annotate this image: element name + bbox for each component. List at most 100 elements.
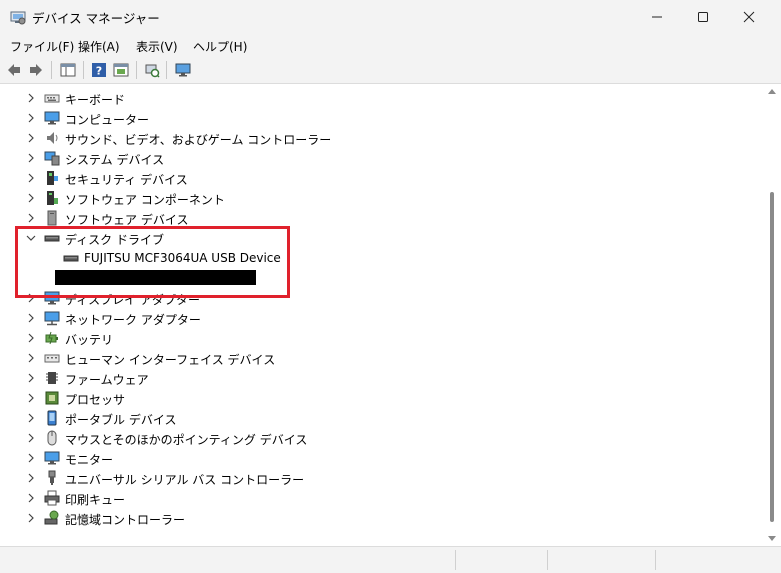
chevron-right-icon[interactable] (26, 113, 36, 123)
tree-item-software-components[interactable]: ソフトウェア コンポーネント (0, 188, 764, 208)
software-device-icon (47, 210, 57, 226)
chevron-right-icon[interactable] (26, 133, 36, 143)
monitor-icon (175, 63, 191, 77)
tree-item-label: 記憶域コントローラー (65, 513, 186, 527)
chevron-right-icon[interactable] (26, 373, 36, 383)
computer-icon (44, 111, 60, 125)
help-button[interactable]: ? (89, 60, 109, 80)
tree-item-label: ポータブル デバイス (65, 413, 177, 427)
chevron-right-icon[interactable] (26, 433, 36, 443)
network-adapter-icon (44, 311, 60, 326)
chevron-right-icon[interactable] (26, 173, 36, 183)
tree-item-system-devices[interactable]: システム デバイス (0, 148, 764, 168)
chevron-right-icon[interactable] (26, 473, 36, 483)
tree-item-security-devices[interactable]: セキュリティ デバイス (0, 168, 764, 188)
minimize-button[interactable] (634, 0, 680, 33)
tree-item-processors[interactable]: プロセッサ (0, 388, 764, 408)
tree-item-print-queues[interactable]: 印刷キュー (0, 488, 764, 508)
toolbar-separator (166, 61, 167, 79)
menu-help[interactable]: ヘルプ(H) (193, 38, 247, 55)
back-icon (8, 64, 20, 76)
tree-item-label: ネットワーク アダプター (65, 313, 201, 327)
chevron-right-icon[interactable] (26, 353, 36, 363)
chevron-right-icon[interactable] (26, 393, 36, 403)
back-button[interactable] (4, 60, 24, 80)
status-divider (547, 550, 548, 570)
tree-item-label: ファームウェア (65, 373, 149, 387)
tree-item-monitors[interactable]: モニター (0, 448, 764, 468)
storage-controller-icon (44, 510, 59, 525)
tree-item-label: ソフトウェア コンポーネント (65, 193, 225, 207)
mouse-icon (47, 430, 57, 446)
tree-item-label: コンピューター (65, 113, 150, 127)
system-devices-icon (44, 151, 60, 166)
status-divider (455, 550, 456, 570)
chevron-right-icon[interactable] (26, 493, 36, 503)
tree-item-label: プロセッサ (65, 393, 126, 407)
forward-button[interactable] (26, 60, 46, 80)
tree-item-mice[interactable]: マウスとそのほかのポインティング デバイス (0, 428, 764, 448)
window-title: デバイス マネージャー (32, 11, 160, 26)
speaker-icon (47, 132, 58, 144)
keyboard-icon (44, 94, 60, 103)
tree-item-hid[interactable]: ヒューマン インターフェイス デバイス (0, 348, 764, 368)
chevron-right-icon[interactable] (26, 413, 36, 423)
tree-item-label: マウスとそのほかのポインティング デバイス (65, 433, 308, 447)
tree-item-network-adapters[interactable]: ネットワーク アダプター (0, 308, 764, 328)
scroll-thumb[interactable] (770, 192, 774, 522)
chevron-right-icon[interactable] (26, 453, 36, 463)
tree-item-label: サウンド、ビデオ、およびゲーム コントローラー (65, 133, 332, 147)
usb-icon (48, 470, 56, 485)
monitor-button[interactable] (173, 60, 193, 80)
tree-item-keyboard[interactable]: キーボード (0, 88, 764, 108)
chevron-right-icon[interactable] (26, 513, 36, 523)
menu-action[interactable]: 操作(A) (78, 38, 120, 55)
highlight-box (15, 226, 290, 298)
title-bar: デバイス マネージャー (0, 0, 781, 33)
toolbar-separator (83, 61, 84, 79)
tree-item-label: キーボード (65, 93, 126, 107)
toolbar-separator (51, 61, 52, 79)
scroll-up-icon[interactable] (768, 88, 776, 94)
maximize-button[interactable] (680, 0, 726, 33)
toolbar-separator (136, 61, 137, 79)
properties-pane-icon (60, 63, 76, 77)
tree-item-software-devices[interactable]: ソフトウェア デバイス (0, 208, 764, 228)
tree-item-label: ユニバーサル シリアル バス コントローラー (65, 473, 305, 487)
close-icon (743, 11, 755, 23)
chevron-right-icon[interactable] (26, 313, 36, 323)
show-hidden-icon (113, 63, 129, 77)
chevron-right-icon[interactable] (26, 213, 36, 223)
processor-icon (45, 391, 59, 405)
scan-hardware-button[interactable] (142, 60, 162, 80)
scroll-down-icon[interactable] (768, 536, 776, 542)
chevron-right-icon[interactable] (26, 193, 36, 203)
menu-bar: ファイル(F) 操作(A) 表示(V) ヘルプ(H) (0, 33, 781, 57)
chevron-right-icon[interactable] (26, 153, 36, 163)
vertical-scrollbar[interactable] (764, 84, 781, 546)
device-tree[interactable]: キーボード コンピューター サウンド、ビデオ、およびゲーム コントローラー シス… (0, 84, 764, 546)
toolbar: ? (0, 57, 781, 84)
svg-text:?: ? (96, 65, 102, 78)
tree-item-batteries[interactable]: バッテリ (0, 328, 764, 348)
tree-item-label: セキュリティ デバイス (65, 173, 188, 187)
minimize-icon (652, 16, 662, 18)
tree-item-storage-controllers[interactable]: 記憶域コントローラー (0, 508, 764, 528)
chevron-right-icon[interactable] (26, 93, 36, 103)
properties-pane-button[interactable] (58, 60, 78, 80)
close-button[interactable] (726, 0, 772, 33)
menu-file[interactable]: ファイル(F) (10, 38, 74, 55)
software-component-icon (47, 191, 58, 205)
security-device-icon (47, 171, 58, 185)
tree-item-computer[interactable]: コンピューター (0, 108, 764, 128)
hid-icon (44, 354, 60, 363)
show-hidden-button[interactable] (111, 60, 131, 80)
tree-item-portable-devices[interactable]: ポータブル デバイス (0, 408, 764, 428)
menu-view[interactable]: 表示(V) (136, 38, 178, 55)
tree-item-sound-video-game[interactable]: サウンド、ビデオ、およびゲーム コントローラー (0, 128, 764, 148)
tree-item-firmware[interactable]: ファームウェア (0, 368, 764, 388)
status-bar (0, 546, 781, 573)
tree-item-usb-controllers[interactable]: ユニバーサル シリアル バス コントローラー (0, 468, 764, 488)
chevron-right-icon[interactable] (26, 333, 36, 343)
tree-item-label: モニター (65, 453, 114, 467)
